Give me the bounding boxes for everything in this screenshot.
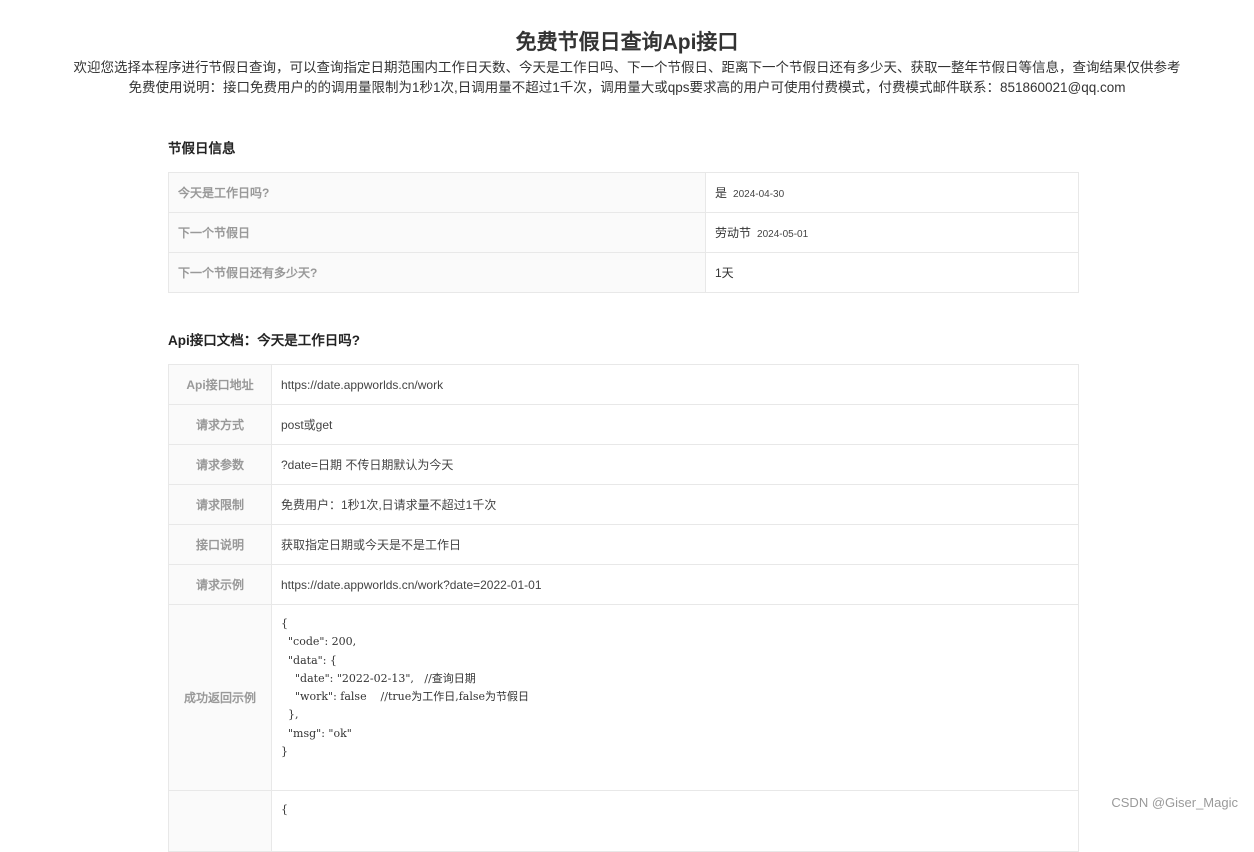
success-response-code: { "code": 200, "data": { "date": "2022-0…	[281, 617, 530, 759]
row-label: 请求方式	[168, 404, 272, 445]
row-value: 1天	[705, 252, 1079, 293]
table-row: 今天是工作日吗? 是 2024-04-30	[168, 172, 1079, 213]
success-code-cell: { "code": 200, "data": { "date": "2022-0…	[271, 604, 1079, 791]
row-label: 今天是工作日吗?	[168, 172, 706, 213]
row-label: 接口说明	[168, 524, 272, 565]
row-label: 下一个节假日	[168, 212, 706, 253]
table-row: 请求限制 免费用户：1秒1次,日请求量不超过1千次	[168, 484, 1079, 525]
table-row: 成功返回示例 { "code": 200, "data": { "date": …	[168, 604, 1079, 791]
value-date: 2024-04-30	[733, 189, 785, 200]
row-label: 请求限制	[168, 484, 272, 525]
value-date: 2024-05-01	[757, 229, 809, 240]
table-row: 请求示例 https://date.appworlds.cn/work?date…	[168, 564, 1079, 605]
value-text: 是	[715, 186, 728, 200]
intro-line-1: 欢迎您选择本程序进行节假日查询，可以查询指定日期范围内工作日天数、今天是工作日吗…	[73, 60, 1181, 75]
table-row: 请求参数 ?date=日期 不传日期默认为今天	[168, 444, 1079, 485]
intro-text: 欢迎您选择本程序进行节假日查询，可以查询指定日期范围内工作日天数、今天是工作日吗…	[0, 58, 1254, 98]
row-label: 请求示例	[168, 564, 272, 605]
table-row: 接口说明 获取指定日期或今天是不是工作日	[168, 524, 1079, 565]
page-title: 免费节假日查询Api接口	[515, 31, 739, 54]
row-value: 是 2024-04-30	[705, 172, 1079, 213]
row-label: 下一个节假日还有多少天?	[168, 252, 706, 293]
value-text: 劳动节	[715, 226, 752, 240]
page-header: 免费节假日查询Api接口 欢迎您选择本程序进行节假日查询，可以查询指定日期范围内…	[0, 0, 1254, 98]
table-row: 下一个节假日 劳动节 2024-05-01	[168, 212, 1079, 253]
next-code-cell: {	[271, 790, 1079, 852]
intro-line-2: 免费使用说明：接口免费用户的的调用量限制为1秒1次,日调用量不超过1千次，调用量…	[128, 80, 1126, 95]
holiday-info-table: 今天是工作日吗? 是 2024-04-30 下一个节假日 劳动节 2024-05-0…	[168, 172, 1079, 293]
row-value: 免费用户：1秒1次,日请求量不超过1千次	[271, 484, 1079, 525]
row-label	[168, 790, 272, 852]
row-label: 请求参数	[168, 444, 272, 485]
value-text: 1天	[715, 266, 734, 280]
row-label: 成功返回示例	[168, 604, 272, 791]
row-value: https://date.appworlds.cn/work?date=2022…	[271, 564, 1079, 605]
api-doc-title: Api接口文档：今天是工作日吗?	[168, 333, 360, 348]
csdn-watermark: CSDN @Giser_Magic	[1111, 795, 1238, 810]
row-label: Api接口地址	[168, 364, 272, 405]
api-doc-table: Api接口地址 https://date.appworlds.cn/work 请…	[168, 364, 1079, 852]
table-row: Api接口地址 https://date.appworlds.cn/work	[168, 364, 1079, 405]
holiday-info-title: 节假日信息	[168, 141, 236, 156]
table-row: 请求方式 post或get	[168, 404, 1079, 445]
row-value: 劳动节 2024-05-01	[705, 212, 1079, 253]
table-row: 下一个节假日还有多少天? 1天	[168, 252, 1079, 293]
row-value: https://date.appworlds.cn/work	[271, 364, 1079, 405]
row-value: ?date=日期 不传日期默认为今天	[271, 444, 1079, 485]
table-row: {	[168, 790, 1079, 852]
next-response-code: {	[281, 803, 288, 816]
row-value: 获取指定日期或今天是不是工作日	[271, 524, 1079, 565]
row-value: post或get	[271, 404, 1079, 445]
